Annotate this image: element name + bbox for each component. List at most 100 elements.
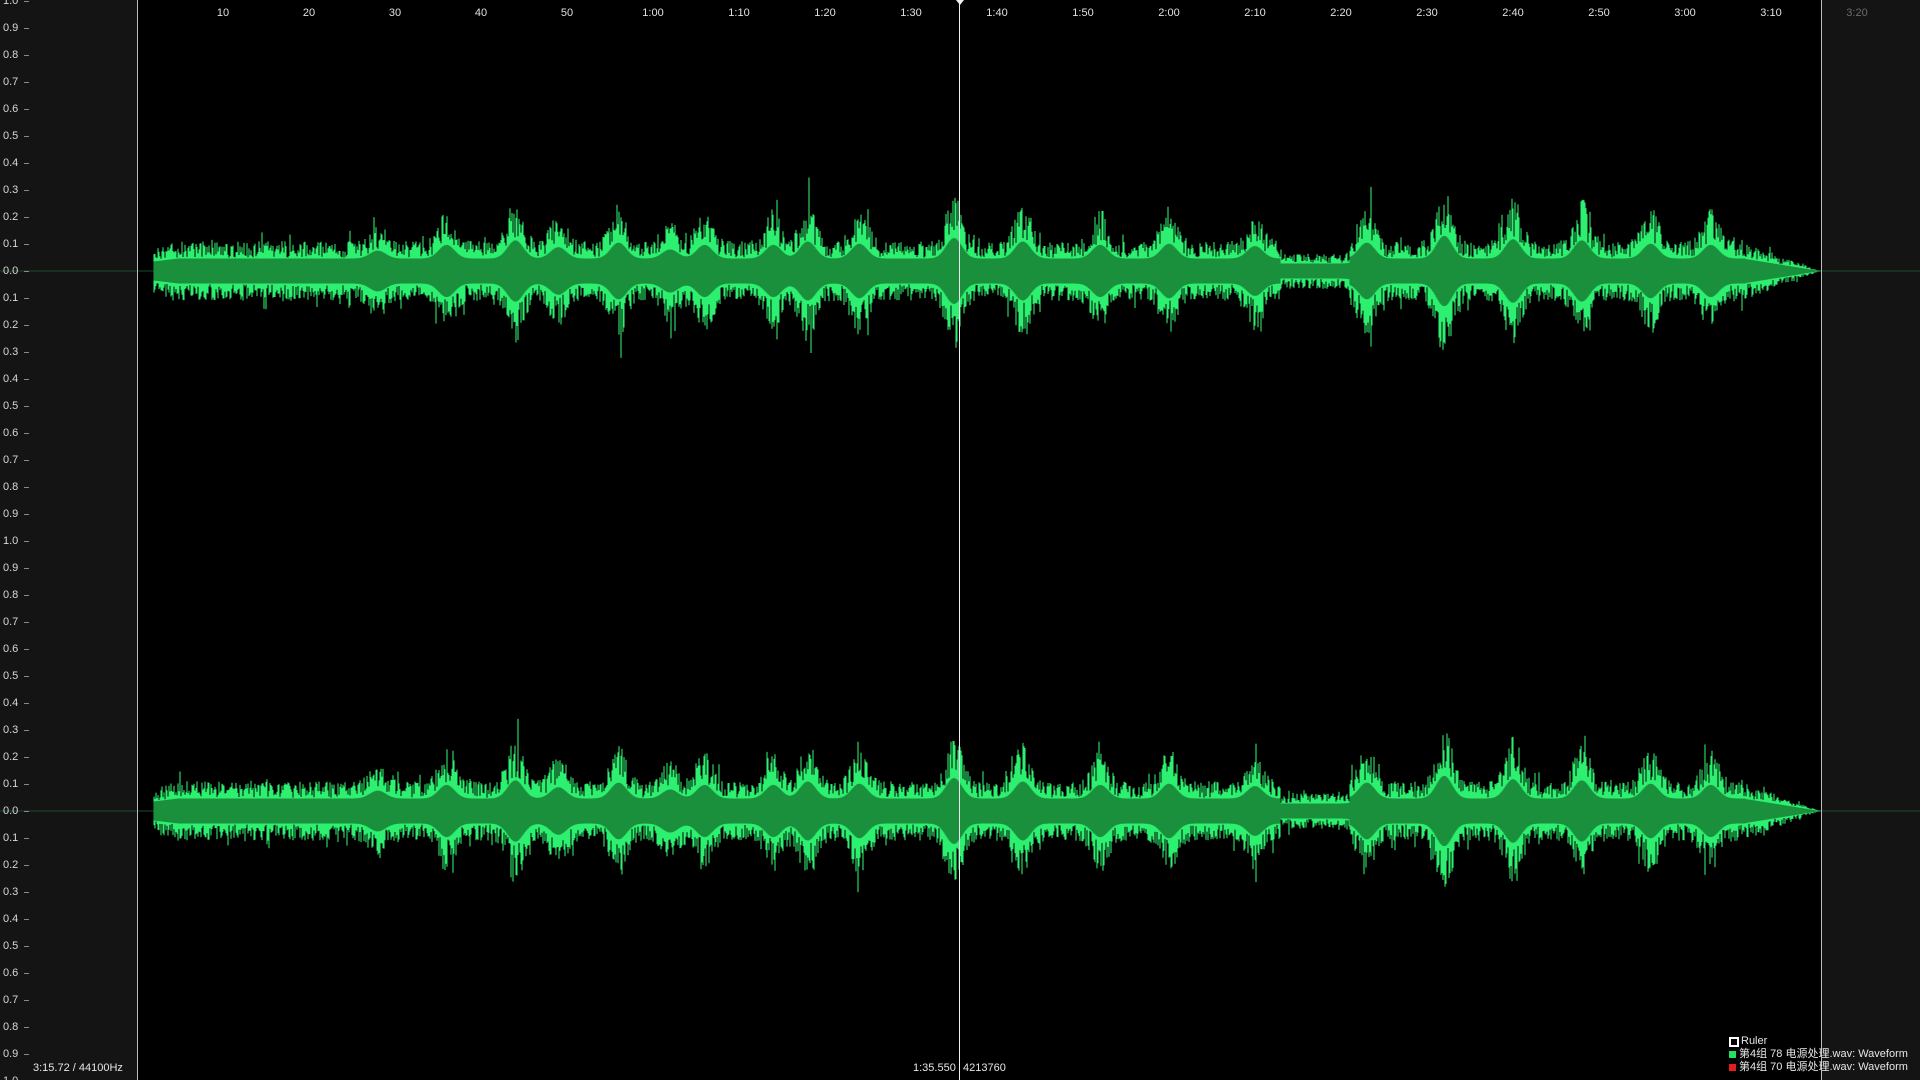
time-tick-label: 2:10 (1244, 7, 1266, 19)
legend-label: 第4组 78 电源处理.wav: Waveform (1739, 1048, 1908, 1060)
amplitude-label: 0.7 (3, 76, 19, 88)
amplitude-tick (24, 676, 29, 677)
amplitude-tick (24, 433, 29, 434)
amplitude-tick (24, 595, 29, 596)
legend-item-track1[interactable]: 第4组 78 电源处理.wav: Waveform (1729, 1048, 1908, 1061)
amplitude-label: 0.5 (3, 130, 19, 142)
amplitude-scale: 1.0 0.9 0.8 0.7 0.6 0.5 0.4 0.3 0.2 0.1 0.0 0.1 0.2 0… (0, 0, 30, 1080)
amplitude-tick (24, 973, 29, 974)
amplitude-tick (24, 271, 29, 272)
legend-item-ruler[interactable]: Ruler (1729, 1035, 1908, 1048)
amplitude-label: 0.3 (3, 346, 19, 358)
amplitude-tick (24, 82, 29, 83)
amplitude-label: 0.8 (3, 589, 19, 601)
time-tick-label: 40 (474, 7, 488, 19)
amplitude-tick (24, 838, 29, 839)
amplitude-label: 0.2 (3, 859, 19, 871)
time-tick-label: 2:20 (1330, 7, 1352, 19)
time-tick-label: 3:10 (1760, 7, 1782, 19)
amplitude-label: 0.5 (3, 670, 19, 682)
amplitude-tick (24, 28, 29, 29)
amplitude-label: 0.4 (3, 157, 19, 169)
amplitude-tick (24, 109, 29, 110)
range-end-marker[interactable] (1821, 0, 1822, 1080)
amplitude-label: 0.8 (3, 481, 19, 493)
time-tick-label: 50 (560, 7, 574, 19)
amplitude-tick (24, 1027, 29, 1028)
amplitude-label: 0.9 (3, 508, 19, 520)
amplitude-label: 0.6 (3, 643, 19, 655)
legend-label: 第4组 70 电源处理.wav: Waveform (1739, 1061, 1908, 1073)
amplitude-label: 0.8 (3, 1021, 19, 1033)
amplitude-tick (24, 568, 29, 569)
amplitude-tick (24, 541, 29, 542)
amplitude-tick (24, 730, 29, 731)
amplitude-tick (24, 190, 29, 191)
time-tick-label: 2:40 (1502, 7, 1524, 19)
amplitude-label: 0.4 (3, 697, 19, 709)
amplitude-tick (24, 514, 29, 515)
amplitude-tick (24, 622, 29, 623)
time-tick-label: 1:50 (1072, 7, 1094, 19)
track2-swatch-icon (1729, 1064, 1736, 1071)
time-tick-label: 1:20 (814, 7, 836, 19)
time-tick-label: 20 (302, 7, 316, 19)
amplitude-tick (24, 325, 29, 326)
time-tick-label: 1:40 (986, 7, 1008, 19)
cursor-sample-readout: 4213760 (963, 1062, 1006, 1074)
amplitude-label: 0.0 (3, 805, 19, 817)
amplitude-tick (24, 757, 29, 758)
amplitude-label: 0.3 (3, 724, 19, 736)
track1-swatch-icon (1729, 1051, 1736, 1058)
channel-2-waveform[interactable] (0, 718, 1920, 893)
waveform-viewer[interactable]: 1.0 0.9 0.8 0.7 0.6 0.5 0.4 0.3 0.2 0.1 0.0 0.1 0.2 0… (0, 0, 1920, 1080)
amplitude-tick (24, 865, 29, 866)
amplitude-tick (24, 1054, 29, 1055)
range-start-marker[interactable] (137, 0, 138, 1080)
amplitude-tick (24, 406, 29, 407)
amplitude-label: 0.4 (3, 373, 19, 385)
legend-item-track2[interactable]: 第4组 70 电源处理.wav: Waveform (1729, 1061, 1908, 1074)
time-tick-label: 2:50 (1588, 7, 1610, 19)
amplitude-tick (24, 163, 29, 164)
time-tick-label: 1:00 (642, 7, 664, 19)
time-tick-label: 1:30 (900, 7, 922, 19)
time-tick-label: 2:30 (1416, 7, 1438, 19)
time-tick-label: 2:00 (1158, 7, 1180, 19)
amplitude-label: 0.1 (3, 778, 19, 790)
amplitude-label: 0.4 (3, 913, 19, 925)
legend: Ruler 第4组 78 电源处理.wav: Waveform 第4组 70 电… (1729, 1035, 1908, 1074)
amplitude-label: 0.1 (3, 238, 19, 250)
amplitude-tick (24, 298, 29, 299)
amplitude-label: 0.9 (3, 1048, 19, 1060)
amplitude-tick (24, 136, 29, 137)
amplitude-tick (24, 649, 29, 650)
amplitude-label: 0.3 (3, 886, 19, 898)
amplitude-label: 1.0 (3, 535, 19, 547)
amplitude-label: 0.0 (3, 265, 19, 277)
amplitude-tick (24, 892, 29, 893)
waveform-display[interactable] (0, 0, 1920, 1080)
amplitude-tick (24, 946, 29, 947)
amplitude-label: 0.8 (3, 49, 19, 61)
amplitude-label: 0.7 (3, 994, 19, 1006)
amplitude-label: 0.5 (3, 400, 19, 412)
channel-1-waveform[interactable] (0, 177, 1920, 358)
time-tick-label: 1:10 (728, 7, 750, 19)
amplitude-label: 0.7 (3, 454, 19, 466)
time-tick-label: 30 (388, 7, 402, 19)
duration-readout: 3:15.72 / 44100Hz (33, 1062, 123, 1074)
time-ruler[interactable]: 10 20 30 40 50 1:00 1:10 1:20 1:30 1:40 1:50 2:00 2:… (0, 0, 1920, 24)
amplitude-label: 1.0 (3, 1075, 18, 1080)
amplitude-tick (24, 460, 29, 461)
playback-cursor[interactable] (959, 0, 960, 1080)
time-tick-label: 3:20 (1846, 7, 1868, 19)
amplitude-label: 0.6 (3, 427, 19, 439)
amplitude-label: 0.6 (3, 103, 19, 115)
ruler-swatch-icon (1729, 1036, 1739, 1047)
amplitude-label: 0.1 (3, 832, 19, 844)
amplitude-label: 0.6 (3, 967, 19, 979)
amplitude-tick (24, 55, 29, 56)
amplitude-tick (24, 1000, 29, 1001)
amplitude-label: 0.7 (3, 616, 19, 628)
